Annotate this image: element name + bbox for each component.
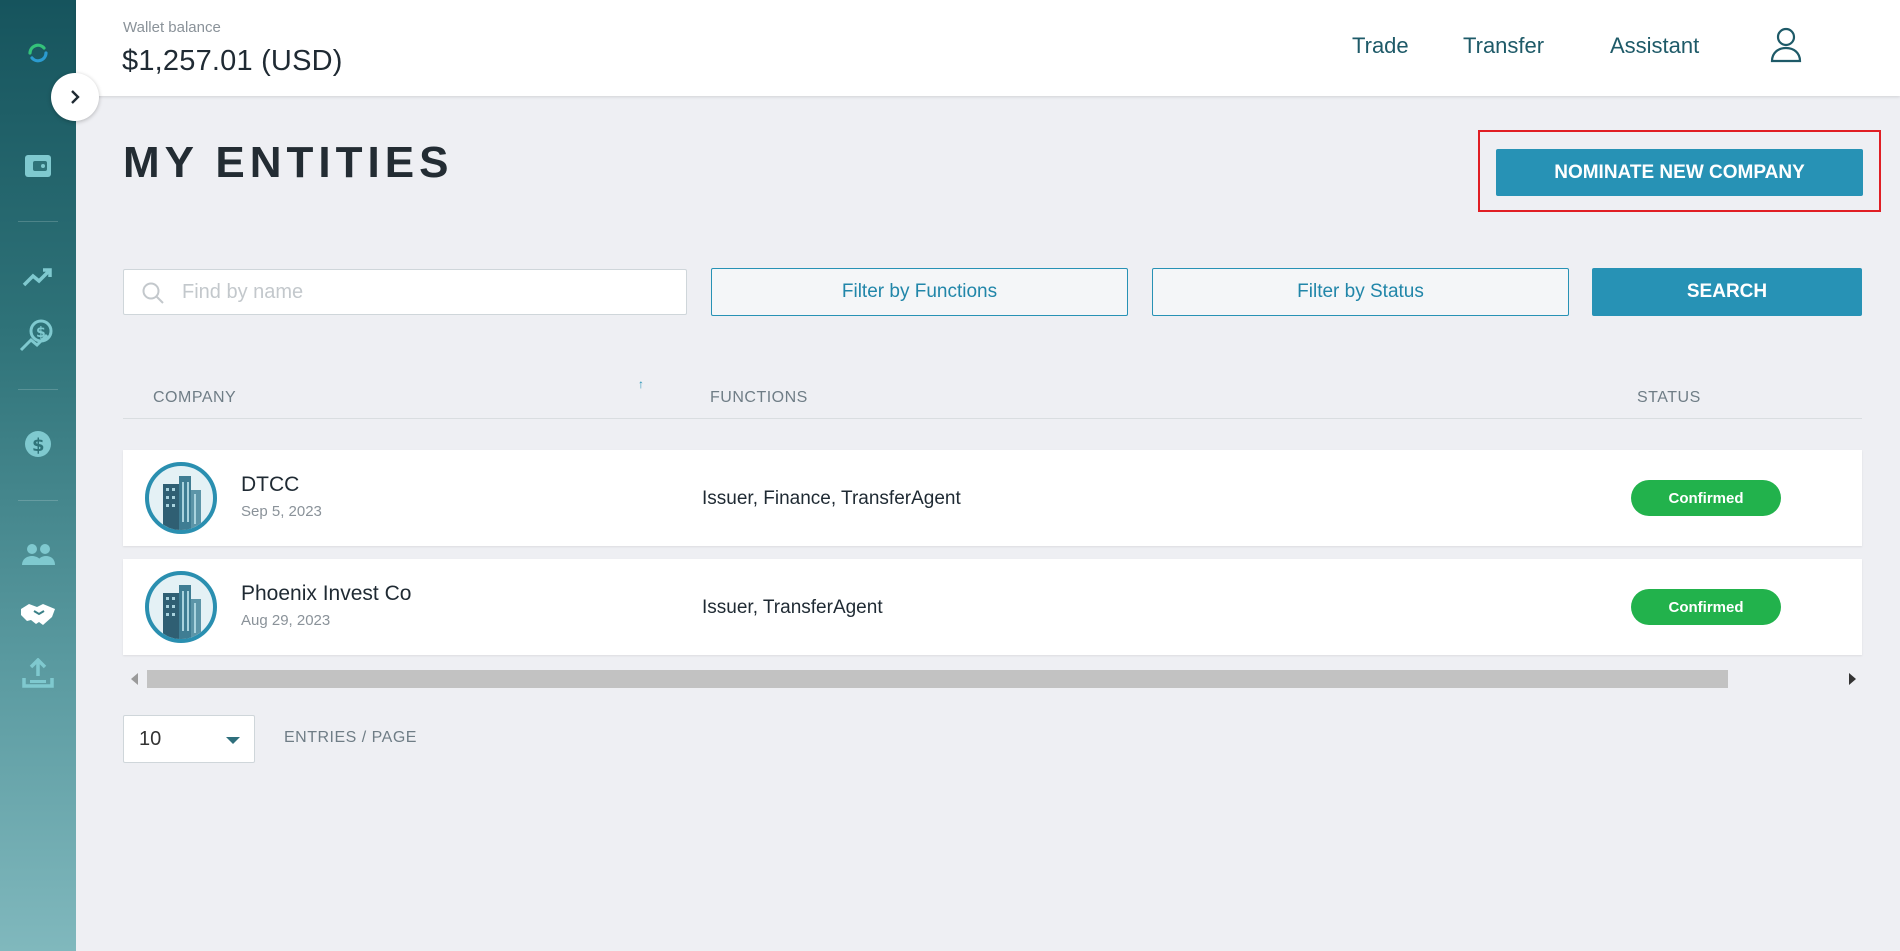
sidebar-divider (18, 500, 58, 501)
trend-up-icon[interactable] (0, 254, 76, 298)
nominate-new-company-button[interactable]: NOMINATE NEW COMPANY (1496, 149, 1863, 196)
entries-per-page-select[interactable]: 10 (123, 715, 255, 763)
search-field[interactable] (123, 269, 687, 315)
chevron-down-icon (226, 737, 240, 744)
top-header: Wallet balance $1,257.01 (USD) Trade Tra… (76, 0, 1900, 96)
company-functions: Issuer, TransferAgent (702, 597, 883, 618)
company-building-icon (145, 462, 217, 534)
company-building-icon (145, 571, 217, 643)
sidebar: $ $ (0, 0, 76, 951)
horizontal-scrollbar[interactable] (123, 668, 1862, 690)
nav-trade[interactable]: Trade (1352, 33, 1409, 59)
sort-ascending-icon[interactable]: ↑ (638, 377, 644, 391)
dollar-icon[interactable]: $ (0, 422, 76, 466)
sidebar-expand-button[interactable] (51, 73, 99, 121)
company-date: Sep 5, 2023 (241, 503, 322, 520)
investment-icon[interactable]: $ (0, 313, 76, 357)
sidebar-divider (18, 221, 58, 222)
wallet-balance-label: Wallet balance (123, 19, 221, 36)
filter-by-functions-button[interactable]: Filter by Functions (711, 268, 1128, 316)
wallet-icon[interactable] (0, 144, 76, 188)
company-name[interactable]: Phoenix Invest Co (241, 582, 411, 606)
scrollbar-thumb[interactable] (147, 670, 1728, 688)
entries-per-page-label: ENTRIES / PAGE (284, 729, 417, 746)
status-badge: Confirmed (1631, 480, 1781, 516)
filter-by-status-button[interactable]: Filter by Status (1152, 268, 1569, 316)
status-badge: Confirmed (1631, 589, 1781, 625)
refresh-logo-icon[interactable] (0, 31, 76, 75)
column-header-status[interactable]: STATUS (1637, 389, 1701, 407)
user-profile-icon[interactable] (1770, 27, 1802, 68)
company-date: Aug 29, 2023 (241, 612, 331, 629)
search-button[interactable]: SEARCH (1592, 268, 1862, 316)
entries-per-page-value: 10 (139, 728, 162, 750)
table-header-divider (123, 418, 1862, 419)
handshake-icon[interactable] (0, 592, 76, 636)
table-row[interactable]: Phoenix Invest Co Aug 29, 2023 Issuer, T… (123, 559, 1862, 655)
search-icon (141, 281, 165, 310)
sidebar-divider (18, 389, 58, 390)
svg-text:$: $ (32, 435, 45, 456)
column-header-functions[interactable]: FUNCTIONS (710, 389, 808, 407)
table-row[interactable]: DTCC Sep 5, 2023 Issuer, Finance, Transf… (123, 450, 1862, 546)
upload-icon[interactable] (0, 651, 76, 695)
page-title: MY ENTITIES (123, 138, 454, 187)
company-functions: Issuer, Finance, TransferAgent (702, 488, 961, 509)
scroll-left-arrow-icon[interactable] (131, 673, 138, 685)
column-header-company[interactable]: COMPANY (153, 389, 236, 407)
nav-transfer[interactable]: Transfer (1463, 33, 1544, 59)
chevron-right-icon (71, 90, 80, 104)
nav-assistant[interactable]: Assistant (1610, 33, 1699, 59)
search-input[interactable] (182, 270, 672, 314)
wallet-balance-value: $1,257.01 (USD) (122, 45, 343, 77)
scroll-right-arrow-icon[interactable] (1849, 673, 1856, 685)
users-icon[interactable] (0, 532, 76, 576)
company-name[interactable]: DTCC (241, 473, 299, 497)
